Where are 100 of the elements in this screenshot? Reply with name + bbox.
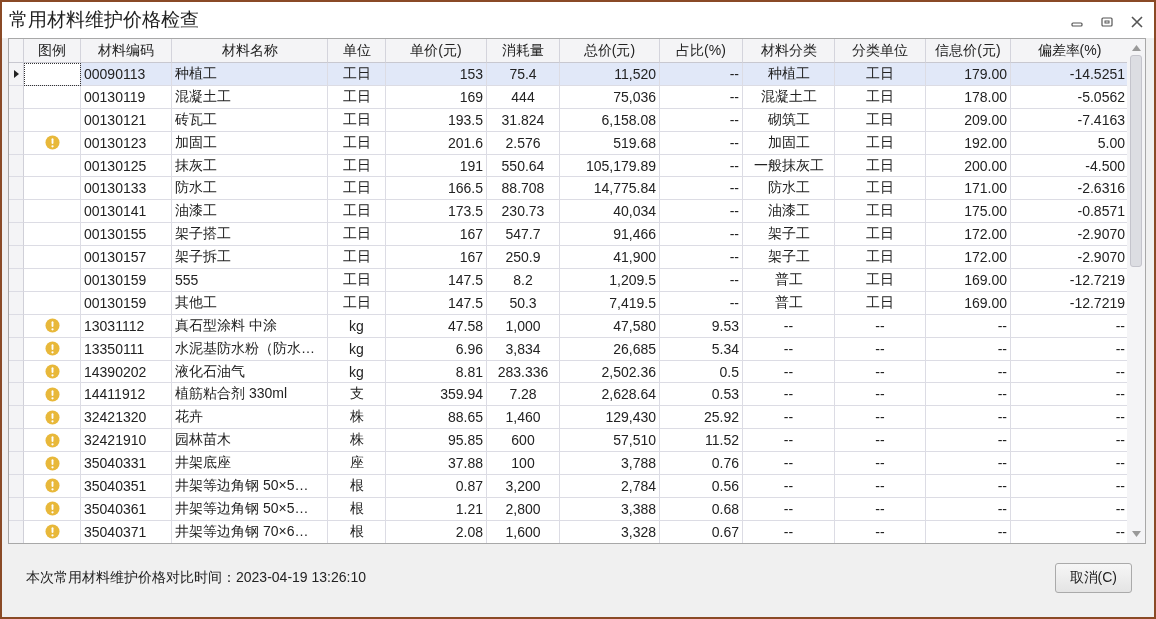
table-cell: 工日 bbox=[835, 223, 926, 247]
table-cell: -- bbox=[660, 246, 743, 269]
table-cell: 13350111 bbox=[81, 337, 172, 361]
restore-icon[interactable] bbox=[1100, 15, 1114, 29]
table-cell: -- bbox=[926, 314, 1011, 338]
table-cell: 153 bbox=[386, 63, 487, 86]
table-cell: 105,179.89 bbox=[560, 154, 660, 178]
warning-icon bbox=[44, 478, 60, 494]
table-cell: 工日 bbox=[328, 85, 386, 109]
table-cell: 13031112 bbox=[81, 314, 172, 338]
table-cell: 201.6 bbox=[386, 131, 487, 155]
table-cell: 一般抹灰工 bbox=[743, 154, 835, 178]
close-icon[interactable] bbox=[1130, 15, 1144, 29]
table-cell: 550.64 bbox=[487, 154, 560, 178]
current-row-icon bbox=[13, 69, 19, 78]
table-cell: 7.28 bbox=[487, 383, 560, 407]
table-cell: 178.00 bbox=[926, 85, 1011, 109]
table-cell: 555 bbox=[172, 269, 328, 292]
table-cell: 167 bbox=[386, 246, 487, 269]
table-cell: -- bbox=[660, 223, 743, 247]
table-cell: 工日 bbox=[328, 131, 386, 155]
table-cell: 35040331 bbox=[81, 452, 172, 476]
table-cell: 抹灰工 bbox=[172, 154, 328, 178]
table-cell: 172.00 bbox=[926, 223, 1011, 247]
table-cell: 75,036 bbox=[560, 85, 660, 109]
table-cell: 架子搭工 bbox=[172, 223, 328, 247]
table-cell: 园林苗木 bbox=[172, 429, 328, 453]
table-cell: 普工 bbox=[743, 269, 835, 292]
table-cell: 41,900 bbox=[560, 246, 660, 269]
table-cell: 2,502.36 bbox=[560, 360, 660, 384]
table-cell: 37.88 bbox=[386, 452, 487, 476]
table-cell: 26,685 bbox=[560, 337, 660, 361]
table-cell: 3,388 bbox=[560, 497, 660, 521]
table-cell: 00130121 bbox=[81, 108, 172, 132]
table-cell: 工日 bbox=[328, 63, 386, 86]
table-cell: 工日 bbox=[328, 154, 386, 178]
table-cell: 00130123 bbox=[81, 131, 172, 155]
table-cell: 11.52 bbox=[660, 429, 743, 453]
table-cell: 混凝土工 bbox=[743, 85, 835, 109]
table-cell: -- bbox=[743, 429, 835, 453]
table-cell: 井架等边角钢 70×6… bbox=[172, 520, 328, 543]
table-cell: 519.68 bbox=[560, 131, 660, 155]
table-cell: 00130159 bbox=[81, 269, 172, 292]
warning-icon bbox=[44, 432, 60, 448]
table-cell: 209.00 bbox=[926, 108, 1011, 132]
scroll-down-icon[interactable] bbox=[1131, 531, 1141, 537]
table-cell: 工日 bbox=[328, 200, 386, 224]
warning-icon bbox=[44, 318, 60, 334]
table-cell: 0.5 bbox=[660, 360, 743, 384]
table-cell: 加固工 bbox=[743, 131, 835, 155]
table-cell: -- bbox=[926, 520, 1011, 543]
table-cell: -- bbox=[926, 452, 1011, 476]
table-cell: 169 bbox=[386, 85, 487, 109]
warning-icon bbox=[44, 524, 60, 540]
table-cell: -- bbox=[660, 269, 743, 292]
table-cell: 57,510 bbox=[560, 429, 660, 453]
table-cell: 179.00 bbox=[926, 63, 1011, 86]
table-cell: -- bbox=[835, 429, 926, 453]
window-title: 常用材料维护价格检查 bbox=[9, 8, 199, 32]
table-cell: -- bbox=[835, 406, 926, 430]
table-cell: 169.00 bbox=[926, 291, 1011, 315]
table-cell: -- bbox=[660, 177, 743, 201]
table-cell: 00130155 bbox=[81, 223, 172, 247]
table-cell: 0.76 bbox=[660, 452, 743, 476]
table-cell: 3,328 bbox=[560, 520, 660, 543]
table-cell: -- bbox=[660, 291, 743, 315]
table-cell: 工日 bbox=[835, 291, 926, 315]
table-cell: 根 bbox=[328, 475, 386, 498]
row-header[interactable] bbox=[9, 63, 24, 86]
table-cell: 193.5 bbox=[386, 108, 487, 132]
scroll-up-icon[interactable] bbox=[1131, 45, 1141, 51]
scrollbar-thumb[interactable] bbox=[1130, 55, 1142, 267]
table-cell: 47,580 bbox=[560, 314, 660, 338]
table-cell: 工日 bbox=[835, 246, 926, 269]
table-cell: 工日 bbox=[328, 291, 386, 315]
table-cell: -- bbox=[743, 360, 835, 384]
table-cell: 25.92 bbox=[660, 406, 743, 430]
table-cell: -- bbox=[743, 452, 835, 476]
cancel-button[interactable]: 取消(C) bbox=[1054, 562, 1132, 593]
table-cell: -- bbox=[835, 520, 926, 543]
table-cell: -- bbox=[660, 108, 743, 132]
table-cell: 混凝土工 bbox=[172, 85, 328, 109]
table-cell: -- bbox=[660, 131, 743, 155]
table-cell: 169.00 bbox=[926, 269, 1011, 292]
table-cell: -- bbox=[835, 360, 926, 384]
table-cell: 8.2 bbox=[487, 269, 560, 292]
table-cell: 3,788 bbox=[560, 452, 660, 476]
table-cell: 00130157 bbox=[81, 246, 172, 269]
table-cell: 00130141 bbox=[81, 200, 172, 224]
table-cell: 2,628.64 bbox=[560, 383, 660, 407]
table-cell: 283.336 bbox=[487, 360, 560, 384]
table-cell: 工日 bbox=[835, 200, 926, 224]
table-cell: 工日 bbox=[328, 108, 386, 132]
table-cell: 0.56 bbox=[660, 475, 743, 498]
table-cell: 工日 bbox=[835, 63, 926, 86]
table-cell: 147.5 bbox=[386, 291, 487, 315]
table-cell: 井架等边角钢 50×5… bbox=[172, 497, 328, 521]
table-cell: 根 bbox=[328, 520, 386, 543]
table-cell: -- bbox=[660, 63, 743, 86]
table-cell: 1,209.5 bbox=[560, 269, 660, 292]
